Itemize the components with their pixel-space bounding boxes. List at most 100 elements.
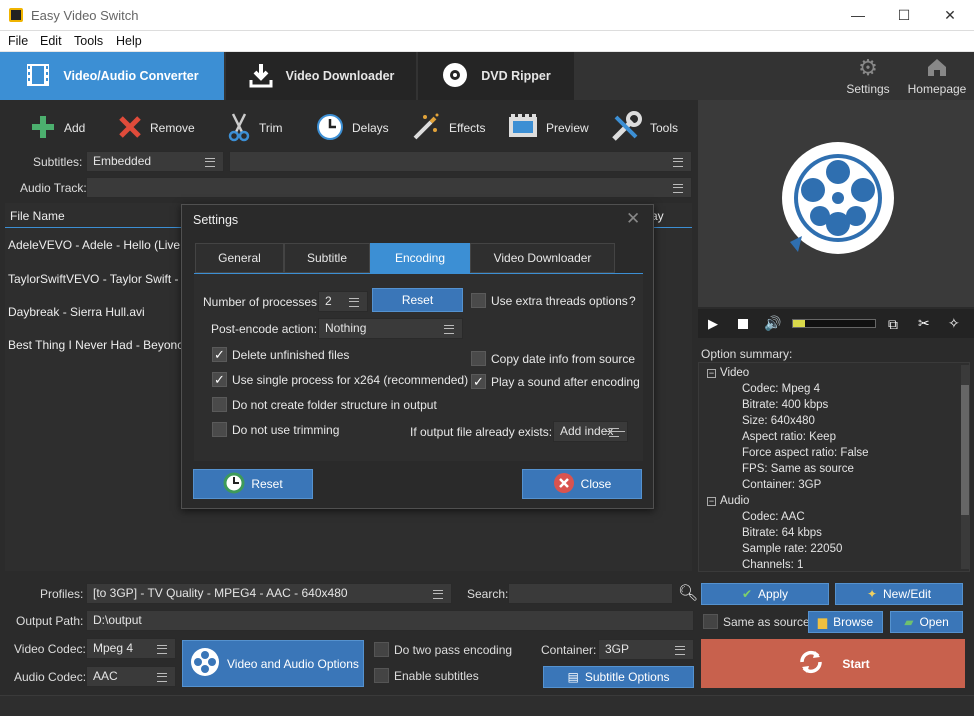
status-bar <box>0 695 974 716</box>
tree-node-audio[interactable]: − Audio <box>707 495 749 507</box>
extra-threads-checkbox[interactable] <box>471 293 486 308</box>
effects-button[interactable]: Effects <box>411 112 485 144</box>
copy-date-checkbox[interactable] <box>471 351 486 366</box>
audio-codec-select[interactable]: AAC <box>86 666 176 687</box>
audio-track-select[interactable] <box>86 177 692 198</box>
tab-video-audio-converter[interactable]: Video/Audio Converter <box>0 52 224 100</box>
trim-label: Trim <box>259 121 283 135</box>
new-edit-button[interactable]: ✦ New/Edit <box>835 583 963 605</box>
apply-button[interactable]: ✔ Apply <box>701 583 829 605</box>
play-sound-checkbox[interactable]: ✓ <box>471 374 486 389</box>
num-processes-select[interactable]: 2 <box>318 291 368 312</box>
title-bar: Easy Video Switch — ☐ ✕ <box>0 0 974 31</box>
play-icon[interactable]: ▶ <box>708 316 718 332</box>
preview-button[interactable]: Preview <box>508 112 589 144</box>
player-controls: ▶ 🔊 ⧉ ✂ ✧ <box>698 309 974 338</box>
subtitles-select[interactable]: Embedded <box>86 151 224 172</box>
file-exists-select[interactable]: Add index <box>553 421 628 442</box>
dialog-tab-subtitle[interactable]: Subtitle <box>284 243 370 273</box>
wand-icon[interactable]: ✧ <box>948 315 960 332</box>
video-audio-options-button[interactable]: Video and Audio Options <box>182 640 364 687</box>
no-folder-structure-checkbox[interactable] <box>212 397 227 412</box>
preview-label: Preview <box>546 121 589 135</box>
two-pass-checkbox[interactable] <box>374 642 389 657</box>
no-trimming-checkbox[interactable] <box>212 422 227 437</box>
single-process-checkbox[interactable]: ✓ <box>212 372 227 387</box>
homepage-nav-button[interactable]: Homepage <box>904 56 970 96</box>
search-input[interactable] <box>508 583 673 604</box>
search-icon[interactable]: 🔍︎ <box>678 583 698 603</box>
window-title: Easy Video Switch <box>31 8 139 23</box>
post-encode-select[interactable]: Nothing <box>318 318 463 339</box>
video-codec-label: Video Codec: <box>14 642 86 656</box>
delete-unfinished-checkbox[interactable]: ✓ <box>212 347 227 362</box>
menu-tools[interactable]: Tools <box>74 34 103 48</box>
dialog-close-button[interactable]: Close <box>522 469 642 499</box>
tree-node-video[interactable]: − Video <box>707 367 749 379</box>
list-item[interactable]: AdeleVEVO - Adele - Hello (Live at <box>8 238 193 252</box>
delete-unfinished-label: Delete unfinished files <box>232 348 350 362</box>
delays-button[interactable]: Delays <box>316 112 389 144</box>
open-button[interactable]: ▰ Open <box>890 611 963 633</box>
va-options-label: Video and Audio Options <box>227 656 359 671</box>
audio-track-label: Audio Track: <box>20 181 87 195</box>
tree-item: Bitrate: 400 kbps <box>742 399 829 411</box>
two-pass-label: Do two pass encoding <box>394 643 513 657</box>
output-path-input[interactable]: D:\output <box>86 610 694 631</box>
volume-slider[interactable] <box>792 319 876 328</box>
num-processes-label: Number of processes: <box>203 295 321 309</box>
option-summary-tree[interactable]: − Video Codec: Mpeg 4 Bitrate: 400 kbps S… <box>698 362 970 572</box>
settings-nav-button[interactable]: ⚙ Settings <box>836 56 900 97</box>
tools-button[interactable]: Tools <box>610 110 678 146</box>
home-icon <box>904 56 970 80</box>
tab-dvd-ripper[interactable]: DVD Ripper <box>418 52 574 100</box>
dialog-tab-encoding[interactable]: Encoding <box>370 243 470 273</box>
column-file-name[interactable]: File Name <box>10 209 65 223</box>
list-item[interactable]: TaylorSwiftVEVO - Taylor Swift - W <box>8 272 193 286</box>
no-trimming-label: Do not use trimming <box>232 423 340 437</box>
reset-processes-button[interactable]: Reset <box>372 288 463 312</box>
tab-video-downloader[interactable]: Video Downloader <box>226 52 416 100</box>
subtitle-options-label: Subtitle Options <box>584 670 670 684</box>
list-item[interactable]: Best Thing I Never Had - Beyonce.v <box>8 338 199 352</box>
video-codec-select[interactable]: Mpeg 4 <box>86 638 176 659</box>
list-item[interactable]: Daybreak - Sierra Hull.avi <box>8 305 145 319</box>
wrench-icon <box>610 110 642 146</box>
close-window-button[interactable]: ✕ <box>927 0 973 31</box>
dialog-reset-label: Reset <box>251 477 283 491</box>
tree-scrollbar[interactable] <box>961 365 969 569</box>
remove-button[interactable]: Remove <box>118 112 195 144</box>
browse-button[interactable]: ▆ Browse <box>808 611 883 633</box>
trim-button[interactable]: Trim <box>227 112 283 144</box>
num-processes-value: 2 <box>325 294 332 308</box>
menu-help[interactable]: Help <box>116 34 142 48</box>
play-sound-label: Play a sound after encoding <box>491 375 640 389</box>
container-select[interactable]: 3GP <box>598 639 694 660</box>
dialog-tab-general[interactable]: General <box>195 243 284 273</box>
dialog-close-icon[interactable]: ✕ <box>626 209 640 229</box>
minimize-button[interactable]: — <box>835 0 881 31</box>
menu-edit[interactable]: Edit <box>40 34 62 48</box>
dialog-tab-video-downloader[interactable]: Video Downloader <box>470 243 615 273</box>
stop-icon[interactable] <box>738 319 748 329</box>
dialog-reset-button[interactable]: Reset <box>193 469 313 499</box>
add-button[interactable]: Add <box>30 112 85 144</box>
menu-bar: File Edit Tools Help <box>0 31 974 52</box>
profiles-select[interactable]: [to 3GP] - TV Quality - MPEG4 - AAC - 64… <box>86 583 452 604</box>
film-icon <box>25 62 51 91</box>
enable-subtitles-checkbox[interactable] <box>374 668 389 683</box>
external-icon[interactable]: ⧉ <box>888 316 898 333</box>
same-as-source-checkbox[interactable] <box>703 614 718 629</box>
help-icon[interactable]: ? <box>629 294 636 308</box>
cut-icon[interactable]: ✂ <box>918 315 930 332</box>
refresh-icon <box>796 647 826 680</box>
start-button[interactable]: Start <box>701 639 965 688</box>
container-label: Container: <box>541 643 597 657</box>
maximize-button[interactable]: ☐ <box>881 0 927 31</box>
menu-file[interactable]: File <box>8 34 28 48</box>
video-codec-value: Mpeg 4 <box>93 641 134 655</box>
volume-icon[interactable]: 🔊 <box>764 315 781 332</box>
tab-label: DVD Ripper <box>481 69 551 83</box>
subtitle-options-button[interactable]: ▤ Subtitle Options <box>543 666 694 688</box>
subtitle-track-select[interactable] <box>229 151 692 172</box>
